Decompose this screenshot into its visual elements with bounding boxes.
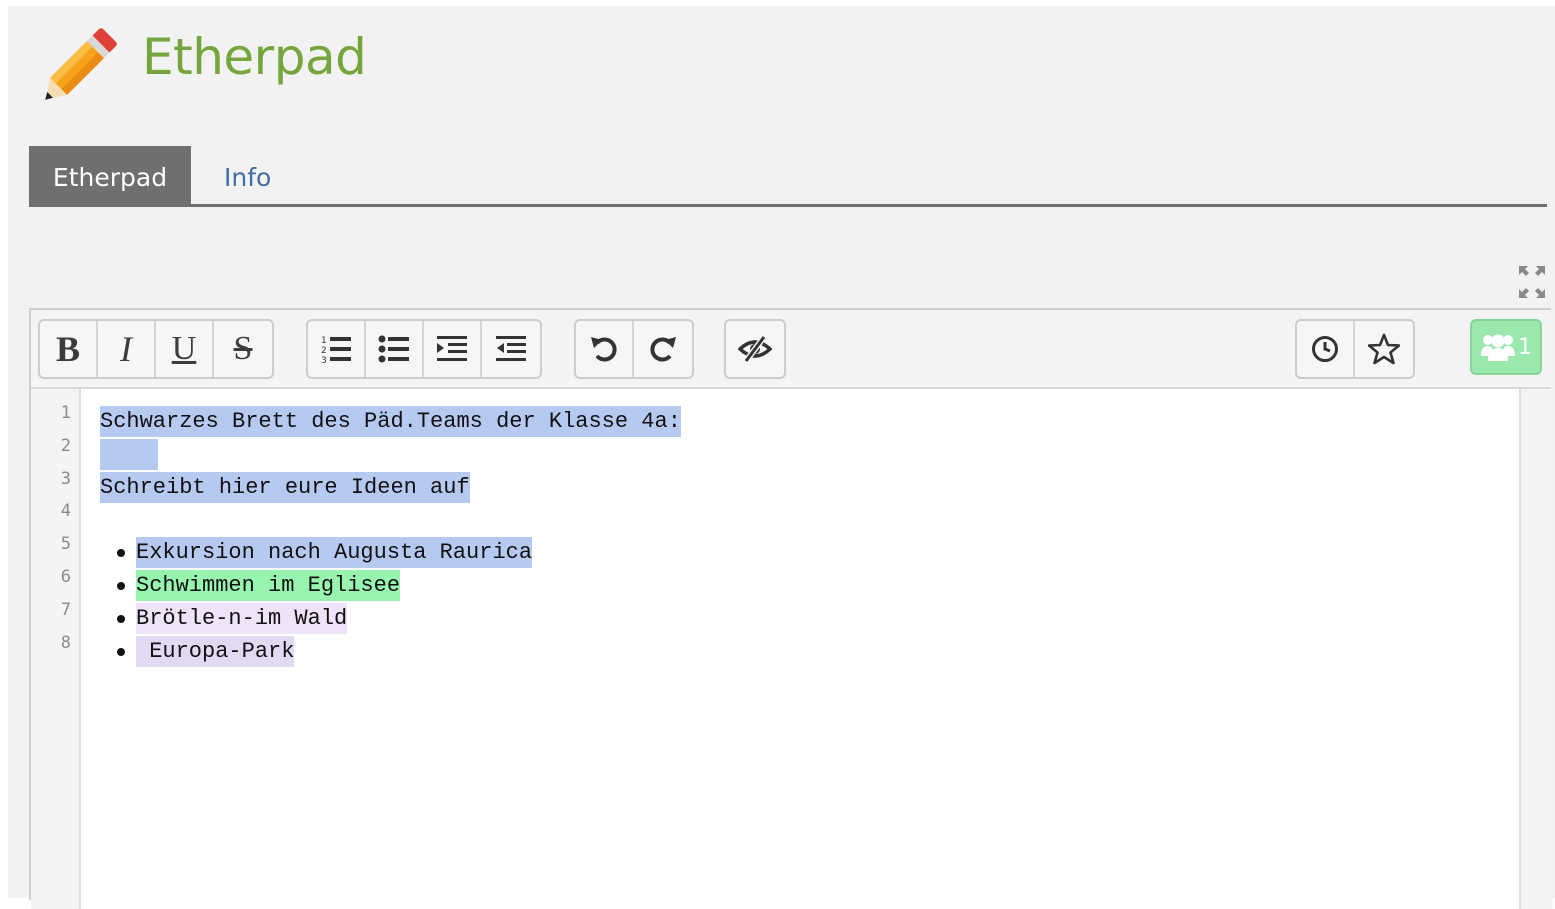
pad-actions-group xyxy=(1295,319,1415,379)
app-title: Etherpad xyxy=(142,28,367,86)
clock-icon xyxy=(1312,336,1338,362)
bullet-marker xyxy=(117,615,125,623)
save-revision-button[interactable] xyxy=(1355,321,1413,377)
pencil-icon xyxy=(45,28,117,100)
redo-button[interactable] xyxy=(634,321,692,377)
editor-sidebar-strip xyxy=(1519,389,1553,909)
pad-editor: B I U S 1 2 3 1 1 2 3 4 5 6 7 8 Schwarze… xyxy=(29,308,1553,909)
fullscreen-icon[interactable] xyxy=(1517,264,1547,300)
ordered-list-button[interactable]: 1 2 3 xyxy=(308,321,366,377)
users-icon xyxy=(1481,334,1515,361)
list-item[interactable]: Schwimmen im Eglisee xyxy=(136,570,401,601)
tab-etherpad[interactable]: Etherpad xyxy=(29,146,191,206)
italic-button[interactable]: I xyxy=(98,321,156,377)
doc-line[interactable]: Schwarzes Brett des Päd.Teams der Klasse… xyxy=(100,406,681,437)
list-button-group: 1 2 3 xyxy=(306,319,542,379)
list-item[interactable]: Brötle-n-im Wald xyxy=(136,603,348,634)
strikethrough-button[interactable]: S xyxy=(214,321,272,377)
undo-icon xyxy=(591,337,617,362)
line-number-gutter: 1 2 3 4 5 6 7 8 xyxy=(31,389,81,909)
history-button-group xyxy=(574,319,694,379)
outdent-icon xyxy=(496,336,526,361)
list-item[interactable]: Europa-Park xyxy=(136,636,295,667)
bullet-marker xyxy=(117,549,125,557)
star-icon xyxy=(1368,333,1400,365)
bullet-marker xyxy=(117,582,125,590)
format-button-group: B I U S xyxy=(38,319,274,379)
visibility-button-group xyxy=(724,319,786,379)
redo-icon xyxy=(650,337,676,362)
line-number: 8 xyxy=(60,633,71,653)
bold-button[interactable]: B xyxy=(40,321,98,377)
unordered-list-icon xyxy=(378,335,409,363)
line-number: 5 xyxy=(60,534,71,554)
svg-text:1: 1 xyxy=(321,336,327,346)
indent-icon xyxy=(437,336,467,361)
line-number: 4 xyxy=(60,501,71,521)
users-count: 1 xyxy=(1518,334,1532,360)
undo-button[interactable] xyxy=(576,321,634,377)
line-number: 3 xyxy=(60,469,71,489)
eye-slash-icon xyxy=(738,335,772,363)
tab-info[interactable]: Info xyxy=(224,146,271,206)
document-body[interactable]: Schwarzes Brett des Päd.Teams der Klasse… xyxy=(81,389,1519,909)
ordered-list-icon: 1 2 3 xyxy=(321,336,351,365)
doc-line[interactable] xyxy=(100,439,158,470)
line-number: 1 xyxy=(60,403,71,423)
line-number: 7 xyxy=(60,600,71,620)
editor-toolbar: B I U S 1 2 3 1 xyxy=(31,310,1551,389)
timeslider-button[interactable] xyxy=(1297,321,1355,377)
line-number: 6 xyxy=(60,567,71,587)
svg-text:2: 2 xyxy=(321,346,327,356)
tab-bar: Etherpad Info xyxy=(29,146,1547,207)
tab-divider xyxy=(29,204,1547,207)
indent-button[interactable] xyxy=(424,321,482,377)
toggle-author-colors-button[interactable] xyxy=(726,321,784,377)
svg-text:3: 3 xyxy=(321,356,327,365)
list-item[interactable]: Exkursion nach Augusta Raurica xyxy=(136,537,533,568)
unordered-list-button[interactable] xyxy=(366,321,424,377)
doc-line[interactable]: Schreibt hier eure Ideen auf xyxy=(100,472,470,503)
users-button[interactable]: 1 xyxy=(1470,319,1542,375)
line-number: 2 xyxy=(60,436,71,456)
bullet-marker xyxy=(117,648,125,656)
outdent-button[interactable] xyxy=(482,321,540,377)
underline-button[interactable]: U xyxy=(156,321,214,377)
